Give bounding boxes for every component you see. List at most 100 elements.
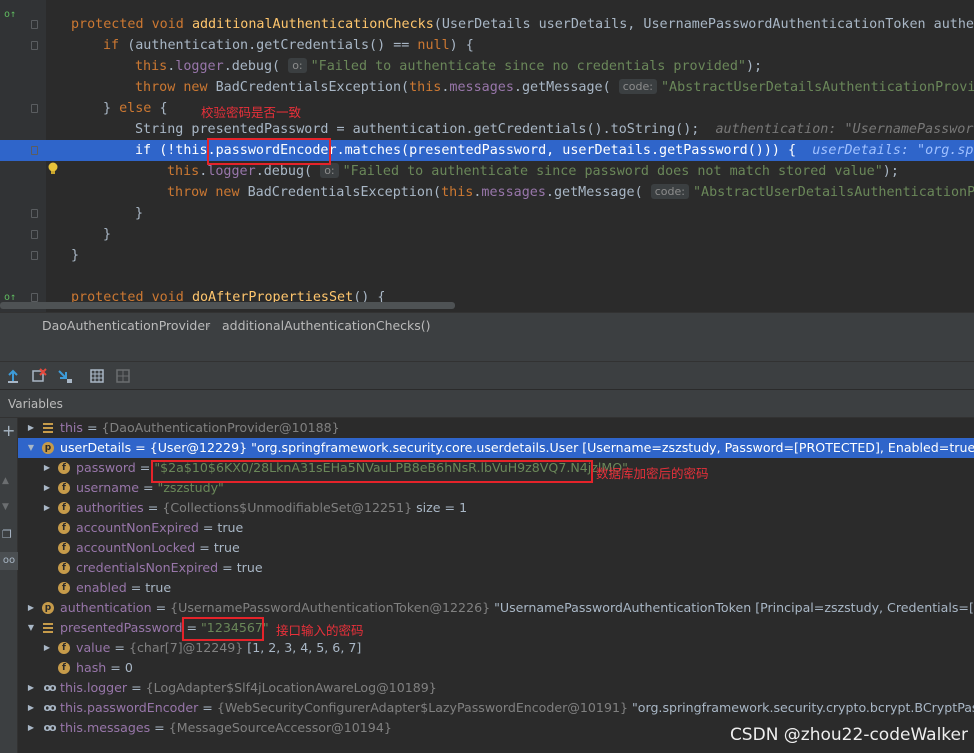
variable-name: authorities: [76, 500, 144, 515]
code-token: logger: [175, 59, 224, 74]
collapsed-arrow-icon[interactable]: ▶: [42, 498, 52, 518]
variable-row[interactable]: ▶ this = {DaoAuthenticationProvider@10188…: [18, 418, 974, 438]
param-hint: code:: [618, 79, 657, 94]
variable-row[interactable]: ▶ f password = "$2a$10$6KX0/28LknA31sEHa5N…: [18, 458, 974, 478]
variable-eq: =: [198, 520, 218, 535]
expanded-arrow-icon[interactable]: ▼: [26, 618, 36, 638]
variable-row[interactable]: ▶ f username = "zszstudy": [18, 478, 974, 498]
variable-type: {LogAdapter$Slf4jLocationAwareLog@10189}: [145, 680, 437, 695]
code-token: this: [135, 59, 168, 74]
show-watches-icon[interactable]: oo: [0, 552, 18, 570]
collapsed-arrow-icon[interactable]: ▶: [26, 598, 36, 618]
fold-marker-icon[interactable]: [31, 20, 38, 29]
code-token: else: [119, 101, 160, 116]
code-line-current[interactable]: if (!this.passwordEncoder.matches(presen…: [0, 140, 974, 161]
variable-text: hash = 0: [76, 658, 133, 678]
parameter-icon: p: [42, 442, 54, 454]
variable-name: userDetails: [60, 440, 132, 455]
code-line[interactable]: } else {: [0, 98, 974, 119]
fold-marker-icon[interactable]: [31, 251, 38, 260]
variable-row[interactable]: f accountNonExpired = true: [18, 518, 974, 538]
lightbulb-icon[interactable]: [47, 162, 59, 176]
variables-tree[interactable]: ▶ this = {DaoAuthenticationProvider@10188…: [18, 418, 974, 753]
code-line[interactable]: }: [0, 224, 974, 245]
collapsed-arrow-icon[interactable]: ▶: [42, 458, 52, 478]
variable-text: authorities = {Collections$UnmodifiableS…: [76, 498, 467, 518]
variable-value: size = 1: [412, 500, 468, 515]
variable-name: value: [76, 640, 111, 655]
variable-text: accountNonExpired = true: [76, 518, 243, 538]
variable-text: authentication = {UsernamePasswordAuthen…: [60, 598, 974, 618]
code-editor[interactable]: protected void additionalAuthenticationC…: [0, 0, 974, 312]
debug-toolbar: [0, 362, 974, 390]
code-token: messages: [449, 80, 514, 95]
variable-row[interactable]: f credentialsNonExpired = true: [18, 558, 974, 578]
local-variable-icon: [42, 422, 54, 434]
breadcrumb-method[interactable]: additionalAuthenticationChecks(): [222, 313, 431, 338]
move-down-icon[interactable]: ▼: [2, 502, 16, 516]
variable-type: {DaoAuthenticationProvider@10188}: [101, 420, 340, 435]
code-line[interactable]: String presentedPassword = authenticatio…: [0, 119, 974, 140]
evaluate-table-icon[interactable]: [88, 367, 106, 385]
field-icon: f: [58, 562, 70, 574]
code-token: BadCredentialsException(: [247, 185, 442, 200]
variable-row[interactable]: ▶ f value = {char[7]@12249} [1, 2, 3, 4, 5…: [18, 638, 974, 658]
breadcrumb-class[interactable]: DaoAuthenticationProvider: [42, 313, 210, 338]
variable-type: {Collections$UnmodifiableSet@12251}: [162, 500, 413, 515]
variable-row[interactable]: ▶ oo this.passwordEncoder = {WebSecurityCo…: [18, 698, 974, 718]
override-marker-icon[interactable]: o↑: [4, 9, 16, 20]
collapsed-arrow-icon[interactable]: ▶: [26, 678, 36, 698]
collapsed-arrow-icon[interactable]: ▶: [26, 418, 36, 438]
local-variable-icon: [42, 622, 54, 634]
code-line[interactable]: this.logger.debug( o: "Failed to authenti…: [0, 161, 974, 182]
layout-grid-icon[interactable]: [114, 367, 132, 385]
step-out-icon[interactable]: [4, 367, 22, 385]
variable-row[interactable]: f accountNonLocked = true: [18, 538, 974, 558]
code-line[interactable]: throw new BadCredentialsException(this.m…: [0, 182, 974, 203]
variable-name: this: [60, 420, 83, 435]
fold-marker-icon[interactable]: [31, 230, 38, 239]
run-to-cursor-icon[interactable]: [56, 367, 74, 385]
code-line[interactable]: [0, 266, 974, 287]
code-line[interactable]: throw new BadCredentialsException(this.m…: [0, 77, 974, 98]
variable-type: {WebSecurityConfigurerAdapter$LazyPasswo…: [216, 700, 628, 715]
code-line[interactable]: if (authentication.getCredentials() == n…: [0, 35, 974, 56]
code-token: .: [207, 143, 216, 158]
code-text: }: [103, 224, 111, 245]
code-token: additionalAuthenticationChecks: [191, 17, 434, 32]
code-line[interactable]: }: [0, 245, 974, 266]
variable-row[interactable]: ▶ oo this.logger = {LogAdapter$Slf4jLocati…: [18, 678, 974, 698]
variable-eq: =: [218, 560, 237, 575]
code-line[interactable]: protected void additionalAuthenticationC…: [0, 14, 974, 35]
variable-row[interactable]: ▼ presentedPassword = "1234567": [18, 618, 974, 638]
collapsed-arrow-icon[interactable]: ▶: [42, 638, 52, 658]
collapsed-arrow-icon[interactable]: ▶: [42, 478, 52, 498]
horizontal-scrollbar[interactable]: [0, 302, 455, 309]
code-token: throw new: [135, 80, 216, 95]
variable-row[interactable]: ▶ f authorities = {Collections$Unmodifiabl…: [18, 498, 974, 518]
copy-icon[interactable]: ❐: [2, 528, 16, 542]
collapsed-arrow-icon[interactable]: ▶: [26, 718, 36, 738]
move-up-icon[interactable]: ▲: [2, 476, 16, 490]
collapsed-arrow-icon[interactable]: ▶: [26, 698, 36, 718]
code-line[interactable]: this.logger.debug( o: "Failed to authenti…: [0, 56, 974, 77]
fold-marker-icon[interactable]: [31, 41, 38, 50]
fold-marker-icon[interactable]: [31, 209, 38, 218]
variable-text: this.passwordEncoder = {WebSecurityConfi…: [60, 698, 974, 718]
variable-row[interactable]: f hash = 0: [18, 658, 974, 678]
code-text: if (authentication.getCredentials() == n…: [103, 35, 474, 56]
variable-type: {char[7]@12249}: [128, 640, 244, 655]
variable-row[interactable]: ▼ p userDetails = {User@12229} "org.spring…: [18, 438, 974, 458]
drop-frame-icon[interactable]: [30, 367, 48, 385]
variable-row[interactable]: f enabled = true: [18, 578, 974, 598]
fold-marker-icon[interactable]: [31, 146, 38, 155]
code-token: .getMessage(: [545, 185, 651, 200]
fold-marker-icon[interactable]: [31, 293, 38, 302]
expanded-arrow-icon[interactable]: ▼: [26, 438, 36, 458]
fold-marker-icon[interactable]: [31, 104, 38, 113]
code-line[interactable]: }: [0, 203, 974, 224]
add-watch-icon[interactable]: +: [2, 423, 16, 439]
code-token: .debug(: [255, 164, 321, 179]
variable-row[interactable]: ▶ p authentication = {UsernamePasswordAuth…: [18, 598, 974, 618]
variable-text: credentialsNonExpired = true: [76, 558, 263, 578]
